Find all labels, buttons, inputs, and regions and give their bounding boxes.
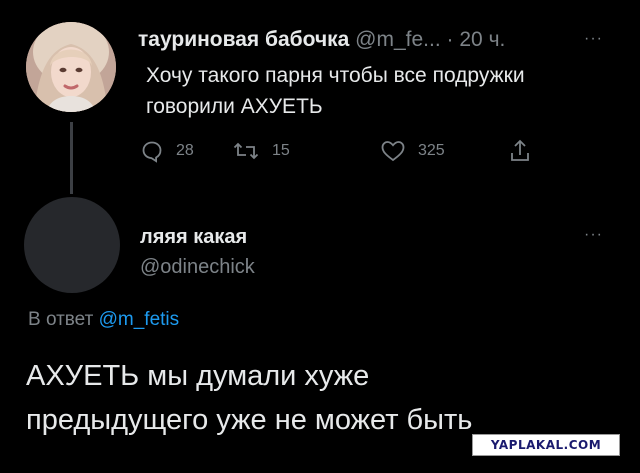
user-handle[interactable]: @m_fe...	[355, 28, 441, 51]
avatar-photo-icon	[26, 22, 116, 112]
like-icon	[381, 141, 405, 162]
thread-line	[70, 122, 73, 194]
tweet-text: Хочу такого парня чтобы все подружки гов…	[146, 60, 616, 122]
timestamp[interactable]: 20 ч.	[459, 28, 505, 51]
tweet-text: АХУЕТЬ мы думали хуже предыдущего уже не…	[26, 354, 626, 442]
retweet-button[interactable]: 15	[232, 136, 290, 166]
reply-prefix: В ответ	[28, 309, 94, 330]
tweet-text-line: АХУЕТЬ мы думали хуже	[26, 360, 370, 392]
retweet-icon	[233, 142, 259, 160]
avatar[interactable]	[24, 197, 120, 293]
reply-count: 28	[176, 142, 194, 159]
more-options-icon[interactable]: ···	[584, 30, 603, 48]
reply-context: В ответ @m_fetis	[28, 309, 179, 331]
display-name[interactable]: тауриновая бабочка	[138, 28, 349, 51]
reply-to-link[interactable]: @m_fetis	[99, 309, 180, 330]
retweet-count: 15	[272, 142, 290, 159]
tweet-header: тауриновая бабочка @m_fe... · 20 ч.	[138, 28, 618, 54]
like-count: 325	[418, 142, 445, 159]
like-button[interactable]: 325	[380, 136, 445, 166]
reply-button[interactable]: 28	[140, 136, 194, 166]
share-icon	[511, 139, 529, 161]
user-handle[interactable]: @odinechick	[140, 256, 255, 279]
more-options-icon[interactable]: ···	[584, 226, 603, 244]
share-button[interactable]	[508, 136, 532, 166]
tweet-actions: 28 15 325	[140, 136, 560, 166]
avatar[interactable]	[26, 22, 116, 112]
screenshot-frame: тауриновая бабочка @m_fe... · 20 ч. ··· …	[0, 0, 640, 473]
display-name[interactable]: ляяя какая	[140, 226, 247, 249]
watermark-text: YAPLAKAL.COM	[490, 438, 602, 452]
watermark: YAPLAKAL.COM	[472, 434, 620, 456]
separator-dot: ·	[446, 28, 454, 51]
tweet-text-line: Хочу такого парня чтобы все подружки	[146, 64, 525, 87]
tweet-text-line: говорили АХУЕТЬ	[146, 95, 323, 118]
reply-icon	[142, 141, 162, 163]
